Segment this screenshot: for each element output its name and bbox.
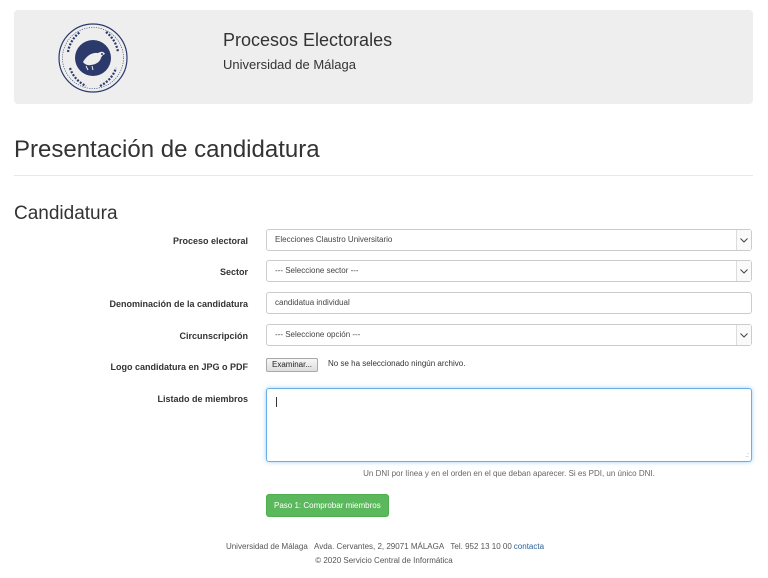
university-seal-logo [58, 23, 128, 93]
circunscripcion-label: Circunscripción [179, 331, 248, 341]
footer-copyright: © 2020 Servicio Central de Informática [315, 556, 453, 565]
page-title: Presentación de candidatura [14, 136, 320, 163]
sector-label: Sector [219, 267, 248, 277]
miembros-help-text: Un DNI por línea y en el orden en el que… [363, 469, 655, 478]
chevron-down-icon [736, 261, 751, 281]
browse-file-button[interactable]: Examinar... [266, 358, 319, 372]
circunscripcion-value: --- Seleccione opción --- [275, 330, 361, 339]
site-header: Procesos Electorales Universidad de Mála… [14, 10, 753, 104]
chevron-down-icon [736, 325, 751, 345]
section-title: Candidatura [14, 203, 118, 224]
footer-phone: Tel. 952 13 10 00 [450, 542, 512, 551]
denominacion-value: candidatua individual [275, 298, 350, 307]
resize-grip-icon[interactable]: .: [745, 452, 749, 459]
proceso-electoral-label: Proceso electoral [172, 236, 248, 246]
circunscripcion-select[interactable]: --- Seleccione opción --- [266, 324, 752, 346]
footer-address: Avda. Cervantes, 2, 29071 MÁLAGA [314, 542, 445, 551]
text-caret [276, 397, 277, 407]
proceso-electoral-select[interactable]: Elecciones Claustro Universitario [266, 229, 752, 251]
denominacion-label: Denominación de la candidatura [109, 299, 248, 309]
denominacion-input[interactable]: candidatua individual [266, 292, 752, 314]
app-subtitle: Universidad de Málaga [223, 57, 356, 72]
sector-select[interactable]: --- Seleccione sector --- [266, 260, 752, 282]
app-title: Procesos Electorales [223, 30, 393, 50]
footer-contact: Universidad de Málaga Avda. Cervantes, 2… [0, 542, 768, 551]
contact-link[interactable]: contacta [514, 542, 544, 551]
proceso-electoral-value: Elecciones Claustro Universitario [275, 235, 393, 244]
miembros-textarea[interactable]: .: [266, 388, 752, 462]
divider [14, 175, 753, 176]
footer-org: Universidad de Málaga [225, 542, 308, 551]
chevron-down-icon [736, 230, 751, 250]
check-members-button[interactable]: Paso 1: Comprobar miembros [266, 494, 389, 517]
logo-label: Logo candidatura en JPG o PDF [110, 362, 248, 372]
sector-value: --- Seleccione sector --- [275, 266, 359, 275]
miembros-label: Listado de miembros [157, 394, 248, 404]
file-status: No se ha seleccionado ningún archivo. [328, 359, 466, 368]
